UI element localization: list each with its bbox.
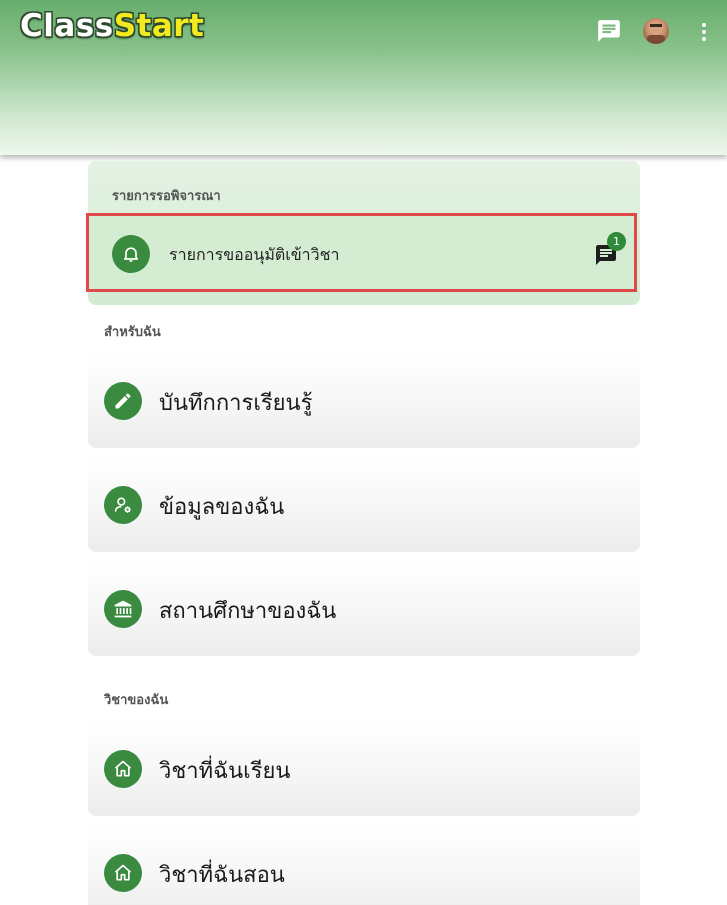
menu-item-label: ข้อมูลของฉัน [159,495,285,520]
section-label-my-courses: วิชาของฉัน [104,693,169,708]
more-vert-icon[interactable] [692,18,716,44]
menu-item-label: วิชาที่ฉันเรียน [159,759,291,784]
menu-item-courses-i-teach[interactable]: วิชาที่ฉันสอน [88,825,640,905]
pencil-icon [104,382,142,420]
chat-icon[interactable] [596,18,622,44]
bell-icon [112,235,150,273]
classstart-logo[interactable]: ClassStart [20,8,204,44]
menu-item-label: สถานศึกษาของฉัน [159,599,337,624]
menu-item-label: บันทึกการเรียนรู้ [159,391,313,416]
institution-icon [104,590,142,628]
notification-badge: 1 [607,232,626,251]
menu-item-label: วิชาที่ฉันสอน [159,863,285,888]
menu-item-learning-journal[interactable]: บันทึกการเรียนรู้ [88,353,640,448]
course-approval-request-item[interactable]: รายการขออนุมัติเข้าวิชา 1 [86,213,637,292]
home-icon [104,750,142,788]
user-avatar[interactable] [643,18,669,44]
app-header: ClassStart [0,0,727,155]
menu-item-my-profile[interactable]: ข้อมูลของฉัน [88,457,640,552]
logo-text-start: Start [113,8,205,44]
pending-section-title: รายการรอพิจารณา [112,189,221,204]
home-icon [104,854,142,892]
logo-text-class: Class [20,8,114,44]
user-settings-icon [104,486,142,524]
menu-item-my-institution[interactable]: สถานศึกษาของฉัน [88,561,640,656]
menu-item-courses-i-study[interactable]: วิชาที่ฉันเรียน [88,721,640,816]
approval-request-label: รายการขออนุมัติเข้าวิชา [169,245,340,264]
section-label-for-me: สำหรับฉัน [104,325,161,340]
